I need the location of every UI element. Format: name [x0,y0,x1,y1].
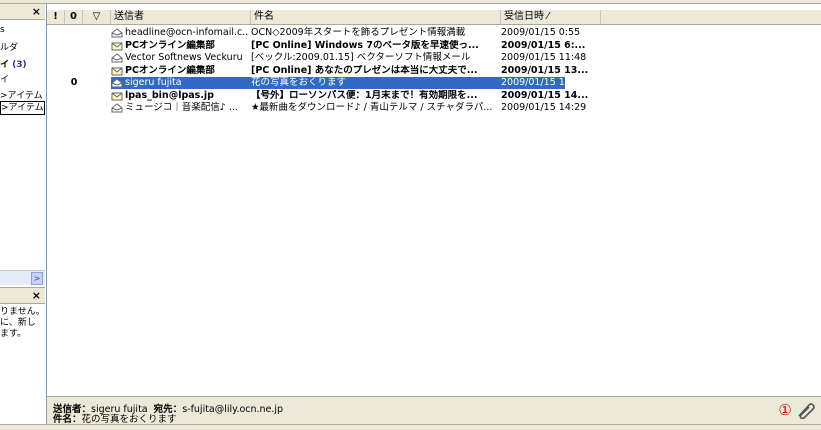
row-from: PCオンライン編集部 [125,39,215,51]
message-list-header: ! 0 ▽ 送信者 件名 受信日時 ⁄ [47,10,821,25]
column-attachment[interactable]: 0 [65,10,83,24]
opened-envelope-icon [111,103,123,113]
row-from: Vector Softnews Veckuru [125,52,243,63]
row-attachment-indicator [65,102,83,114]
contacts-pane-header: × [0,287,45,304]
table-row[interactable]: PCオンライン編集部 [PC Online] Windows 7のベータ版を早速使… [47,40,821,52]
contacts-empty-message: りません。 に、新し ます。 [0,307,45,339]
row-subject: 【号外】ローソンパス便：1月末まで！有効期限を... [251,89,478,101]
preview-attachment[interactable]: ① [778,401,815,420]
opened-envelope-icon [111,53,123,63]
envelope-icon [111,91,123,101]
unread-count: (3) [12,60,27,70]
table-row[interactable]: lpas_bin@lpas.jp 【号外】ローソンパス便：1月末まで！有効期限を.… [47,90,821,102]
row-attachment-indicator [65,27,83,39]
column-subject[interactable]: 件名 [251,10,501,24]
table-row[interactable]: headline@ocn-infomail.c... OCN◇2009年スタートを… [47,27,821,39]
folder-pane-close-button[interactable]: × [32,4,41,19]
opened-envelope-icon [111,78,123,88]
preview-subject-line: 件名：花の写真をおくります [53,414,177,425]
folder-item[interactable]: ルダ [0,42,45,54]
row-subject: 花の写真をおくります [251,77,347,88]
row-from: headline@ocn-infomail.c... [125,27,249,38]
row-attachment-indicator: 0 [70,77,78,88]
column-priority[interactable]: ! [47,10,65,24]
preview-to-value: s-fujita@lily.ocn.ne.jp [182,404,284,415]
paperclip-icon[interactable] [795,401,815,420]
column-received[interactable]: 受信日時 ⁄ [501,10,601,24]
table-row[interactable]: Vector Softnews Veckuru [ベックル:2009.01.15]… [47,52,821,64]
row-subject: OCN◇2009年スタートを飾るプレゼント情報満載 [251,27,466,38]
row-subject: ★最新曲をダウンロード♪ / 青山テルマ / スチャダラパ... [251,102,493,113]
row-from: sigeru fujita [125,77,182,88]
row-attachment-indicator [65,90,83,102]
folder-pane: × s ルダ イ (3) イ >アイテム >アイテム > × りません。 に、新… [0,4,47,424]
row-from: ミュージコ｜音楽配信♪ ... [125,102,238,113]
status-bar-edge [0,424,821,430]
scroll-right-arrow-icon[interactable]: > [31,272,43,285]
row-received: 2009/01/15 13:56 [501,77,587,88]
envelope-icon [111,41,123,51]
folder-item[interactable]: s [0,24,45,36]
row-received: 2009/01/15 13... [501,64,589,76]
row-from: PCオンライン編集部 [125,64,215,76]
opened-envelope-icon [111,28,123,38]
row-received: 2009/01/15 11:48 [501,52,587,63]
table-row[interactable]: PCオンライン編集部 [PC Online] あなたのプレゼンは本当に大丈夫で..… [47,65,821,77]
envelope-icon [111,66,123,76]
folder-pane-header: × [0,4,45,20]
preview-pane-header: 送信者：sigeru fujita 宛先：s-fujita@lily.ocn.n… [47,396,821,425]
row-from: lpas_bin@lpas.jp [125,89,214,101]
row-received: 2009/01/15 0:55 [501,27,581,38]
row-received: 2009/01/15 14:29 [501,102,587,113]
folder-item[interactable]: イ [0,74,45,86]
row-received: 2009/01/15 6:... [501,39,586,51]
row-attachment-indicator [65,65,83,77]
row-attachment-indicator [65,40,83,52]
folder-item-selected[interactable]: >アイテム [0,101,45,115]
folder-pane-scrollbar[interactable]: > [0,270,45,285]
row-attachment-indicator [65,52,83,64]
contacts-pane-close-button[interactable]: × [32,288,41,303]
row-subject: [PC Online] Windows 7のベータ版を早速使っ... [251,39,479,51]
top-toolbar-edge [0,0,821,4]
table-row-selected[interactable]: 0 sigeru fujita 花の写真をおくります 2009/01/15 13:56 [47,77,821,89]
row-subject: [PC Online] あなたのプレゼンは本当に大丈夫で... [251,64,478,76]
annotation-marker: ① [778,401,792,419]
column-flag[interactable]: ▽ [83,10,111,24]
row-subject: [ベックル:2009.01.15] ベクターソフト情報メール [251,52,471,63]
table-row[interactable]: ミュージコ｜音楽配信♪ ... ★最新曲をダウンロード♪ / 青山テルマ / スチ… [47,102,821,114]
column-from[interactable]: 送信者 [111,10,251,24]
row-received: 2009/01/15 14... [501,89,589,101]
folder-item-inbox[interactable]: イ (3) [0,59,45,71]
